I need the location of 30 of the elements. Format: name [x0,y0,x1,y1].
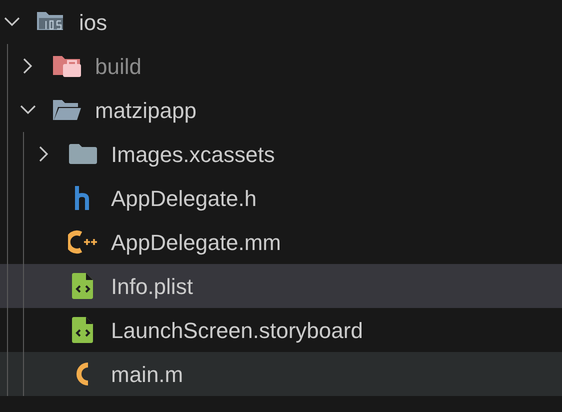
cpp-file-icon [68,230,98,254]
item-label: Images.xcassets [111,140,275,169]
item-label: AppDelegate.mm [111,228,281,257]
chevron-right-icon[interactable] [39,146,49,162]
c-file-icon [75,362,91,386]
tree-item[interactable]: build [0,44,562,88]
tree-item[interactable]: Info.plist [0,264,562,308]
tree-item[interactable]: ios [0,0,562,44]
code-file-icon [72,317,94,343]
open-folder-icon [52,99,82,121]
chevron-down-icon[interactable] [20,105,36,115]
code-file-icon [72,273,94,299]
item-label: Info.plist [111,272,193,301]
tree-item[interactable]: main.m [0,352,562,396]
chevron-right-icon[interactable] [23,58,33,74]
tree-item[interactable]: AppDelegate.mm [0,220,562,264]
folder-icon [68,143,98,165]
item-label: LaunchScreen.storyboard [111,316,363,345]
tree-item[interactable]: Images.xcassets [0,132,562,176]
tree-item[interactable]: AppDelegate.h [0,176,562,220]
item-label: main.m [111,360,184,388]
tree-item[interactable]: matzipapp [0,88,562,132]
header-file-icon [75,186,91,210]
folder-briefcase-icon [52,54,82,78]
chevron-down-icon[interactable] [4,17,20,27]
item-label: matzipapp [95,96,197,125]
item-label: AppDelegate.h [111,184,257,213]
item-label: ios [79,8,108,36]
tree-item[interactable]: LaunchScreen.storyboard [0,308,562,352]
item-label: build [95,52,142,80]
